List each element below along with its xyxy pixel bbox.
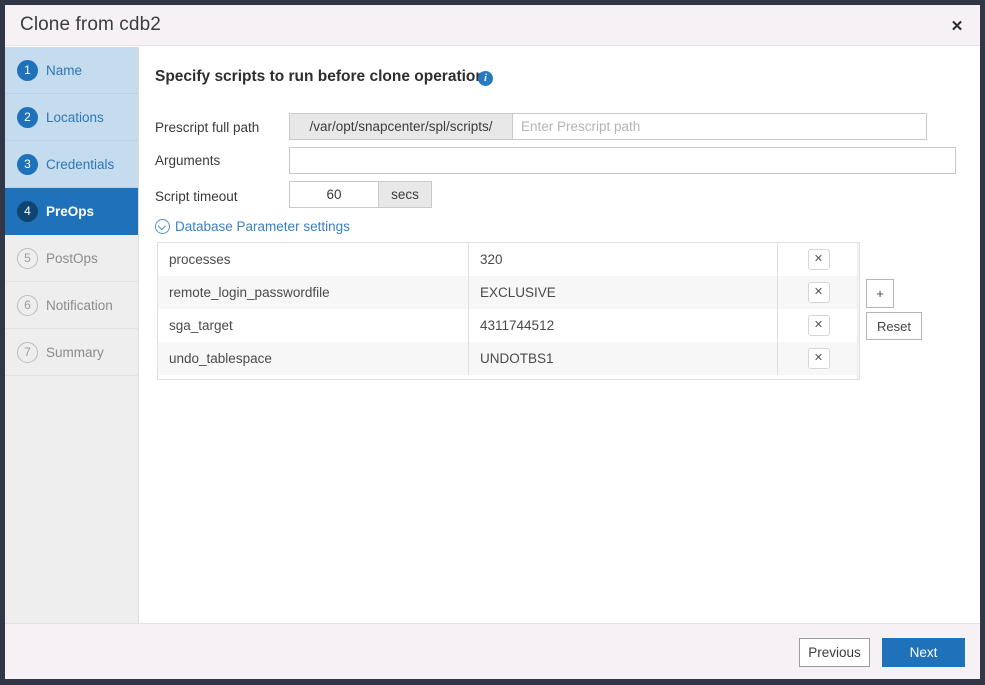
dialog-header: Clone from cdb2 ✕ <box>5 5 980 46</box>
reset-parameters-button[interactable]: Reset <box>866 312 922 340</box>
close-icon[interactable]: ✕ <box>944 15 970 39</box>
parameter-action-cell: ✕ <box>778 309 859 342</box>
sidebar-item-locations[interactable]: 2 Locations <box>5 94 138 141</box>
sidebar-item-label: Notification <box>46 298 113 313</box>
add-parameter-button[interactable]: + <box>866 279 894 308</box>
arguments-label: Arguments <box>155 153 220 168</box>
clone-wizard-dialog: Clone from cdb2 ✕ 1 Name 2 Locations 3 C… <box>0 0 985 685</box>
sidebar-item-label: Name <box>46 63 82 78</box>
info-icon[interactable]: i <box>478 71 493 86</box>
sidebar-item-label: PostOps <box>46 251 98 266</box>
next-button[interactable]: Next <box>882 638 965 667</box>
sidebar-item-notification[interactable]: 6 Notification <box>5 282 138 329</box>
parameter-value-cell: 4311744512 <box>469 309 778 342</box>
window-frame-right <box>980 0 985 685</box>
parameter-action-cell: ✕ <box>778 276 859 309</box>
parameter-name-cell: sga_target <box>158 309 469 342</box>
step-number-badge: 2 <box>17 107 38 128</box>
prescript-path-input[interactable] <box>512 113 927 140</box>
parameter-value-cell: 320 <box>469 243 778 276</box>
database-parameter-table: processes 320 ✕ remote_login_passwordfil… <box>157 242 860 380</box>
script-timeout-input[interactable] <box>289 181 379 208</box>
table-row[interactable]: undo_tablespace UNDOTBS1 ✕ <box>158 342 859 375</box>
delete-row-icon[interactable]: ✕ <box>808 249 830 270</box>
parameter-action-cell: ✕ <box>778 243 859 276</box>
script-timeout-unit: secs <box>378 181 432 208</box>
page-title: Specify scripts to run before clone oper… <box>155 68 485 86</box>
table-row[interactable]: remote_login_passwordfile EXCLUSIVE ✕ <box>158 276 859 309</box>
window-frame-bottom <box>0 679 985 685</box>
delete-row-icon[interactable]: ✕ <box>808 315 830 336</box>
step-number-badge: 1 <box>17 60 38 81</box>
sidebar-item-label: PreOps <box>46 204 94 219</box>
step-number-badge: 3 <box>17 154 38 175</box>
parameter-name-cell: processes <box>158 243 469 276</box>
table-row[interactable]: sga_target 4311744512 ✕ <box>158 309 859 342</box>
arguments-input[interactable] <box>289 147 956 174</box>
sidebar-item-postops[interactable]: 5 PostOps <box>5 235 138 282</box>
script-timeout-label: Script timeout <box>155 189 238 204</box>
parameter-value-cell: EXCLUSIVE <box>469 276 778 309</box>
sidebar-item-label: Summary <box>46 345 104 360</box>
sidebar-item-preops[interactable]: 4 PreOps <box>5 188 138 235</box>
step-number-badge: 6 <box>17 295 38 316</box>
parameter-value-cell: UNDOTBS1 <box>469 342 778 375</box>
scroll-up-arrow-icon[interactable] <box>858 245 860 261</box>
chevron-down-circle-icon <box>155 219 170 234</box>
sidebar-item-label: Locations <box>46 110 104 125</box>
table-vertical-scrollbar[interactable] <box>857 243 860 379</box>
database-parameter-settings-label: Database Parameter settings <box>175 219 350 234</box>
prescript-path-label: Prescript full path <box>155 120 259 135</box>
dialog-footer: Previous Next <box>5 623 980 679</box>
database-parameter-settings-toggle[interactable]: Database Parameter settings <box>155 219 350 234</box>
step-number-badge: 7 <box>17 342 38 363</box>
sidebar-item-name[interactable]: 1 Name <box>5 47 138 94</box>
table-row[interactable]: processes 320 ✕ <box>158 243 859 276</box>
parameter-action-cell: ✕ <box>778 342 859 375</box>
delete-row-icon[interactable]: ✕ <box>808 348 830 369</box>
parameter-name-cell: remote_login_passwordfile <box>158 276 469 309</box>
sidebar-item-label: Credentials <box>46 157 114 172</box>
sidebar-item-credentials[interactable]: 3 Credentials <box>5 141 138 188</box>
dialog-title: Clone from cdb2 <box>20 14 161 36</box>
parameter-name-cell: undo_tablespace <box>158 342 469 375</box>
step-number-badge: 4 <box>17 201 38 222</box>
sidebar-item-summary[interactable]: 7 Summary <box>5 329 138 376</box>
wizard-content-panel: Specify scripts to run before clone oper… <box>139 47 980 623</box>
step-number-badge: 5 <box>17 248 38 269</box>
previous-button[interactable]: Previous <box>799 638 870 667</box>
prescript-path-prefix: /var/opt/snapcenter/spl/scripts/ <box>289 113 513 140</box>
scroll-down-arrow-icon[interactable] <box>858 361 860 377</box>
wizard-step-sidebar: 1 Name 2 Locations 3 Credentials 4 PreOp… <box>5 47 139 623</box>
delete-row-icon[interactable]: ✕ <box>808 282 830 303</box>
